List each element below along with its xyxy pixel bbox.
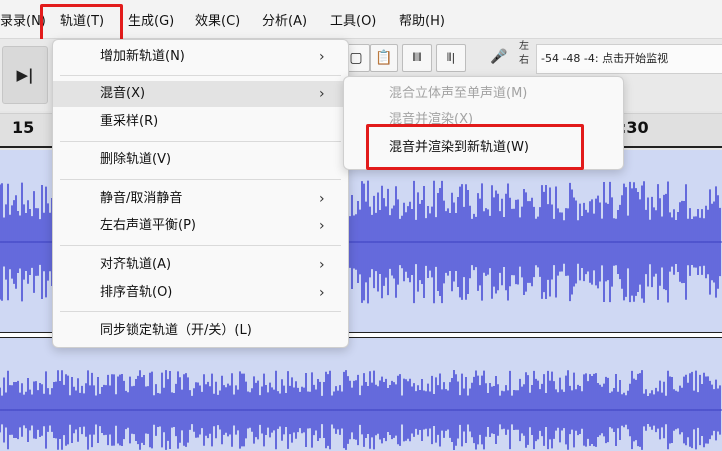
menu-item-mute-unmute[interactable]: 静音/取消静音 › (53, 186, 348, 212)
submenu-item-stereo-to-mono: 混合立体声至单声道(M) (389, 86, 528, 101)
silence-icon[interactable]: ⫴| (436, 44, 466, 72)
menu-separator (60, 311, 341, 312)
left-channel-label: 左 (519, 41, 529, 52)
menu-item-mix[interactable]: 混音(X) › (53, 81, 348, 107)
menu-separator (60, 75, 341, 76)
menu-item-sort-tracks[interactable]: 排序音轨(O) › (53, 280, 348, 306)
highlight-box-mix-render-new-track (366, 124, 584, 170)
menu-item-sync-lock[interactable]: 同步锁定轨道（开/关）(L) (53, 318, 348, 344)
menu-separator (60, 141, 341, 142)
chevron-right-icon: › (319, 86, 325, 102)
menu-separator (60, 245, 341, 246)
tracks-menu: 增加新轨道(N) › 混音(X) › 重采样(R) 删除轨道(V) 静音/取消静… (52, 39, 349, 348)
microphone-icon[interactable]: 🎤 (486, 44, 512, 70)
right-channel-label: 右 (519, 55, 529, 66)
paste-icon[interactable]: 📋 (370, 44, 398, 72)
chevron-right-icon: › (319, 285, 325, 301)
skip-to-end-button[interactable]: ▶| (2, 46, 48, 104)
menu-item-pan[interactable]: 左右声道平衡(P) › (53, 213, 348, 239)
chevron-right-icon: › (319, 49, 325, 65)
trim-icon[interactable]: ⫴⫴ (402, 44, 432, 72)
menu-item-add-new-track[interactable]: 增加新轨道(N) › (53, 44, 348, 70)
skip-to-end-icon: ▶| (16, 66, 34, 84)
waveform-track-2 (0, 370, 722, 450)
ruler-label-right: :30 (620, 118, 649, 137)
menu-item-delete-track[interactable]: 删除轨道(V) (53, 147, 348, 173)
audio-track-2[interactable] (0, 338, 722, 451)
menu-generate[interactable]: 生成(G) (128, 0, 174, 38)
channel-labels: 左 右 (519, 40, 529, 68)
recording-meter[interactable]: -54 -48 -4: 点击开始监视 (536, 44, 722, 74)
menu-item-resample[interactable]: 重采样(R) (53, 109, 348, 135)
meter-scale-text: -54 -48 -4: 点击开始监视 (541, 52, 669, 65)
menu-tools[interactable]: 工具(O) (330, 0, 376, 38)
chevron-right-icon: › (319, 257, 325, 273)
menu-separator (60, 179, 341, 180)
chevron-right-icon: › (319, 218, 325, 234)
menu-help[interactable]: 帮助(H) (399, 0, 445, 38)
ruler-label-left: 15 (12, 118, 35, 137)
chevron-right-icon: › (319, 191, 325, 207)
menu-analyze[interactable]: 分析(A) (262, 0, 307, 38)
menu-record[interactable]: 录录(N) (0, 0, 46, 38)
highlight-box-tracks-menu (40, 4, 123, 44)
menu-item-align-tracks[interactable]: 对齐轨道(A) › (53, 252, 348, 278)
menu-effects[interactable]: 效果(C) (195, 0, 240, 38)
